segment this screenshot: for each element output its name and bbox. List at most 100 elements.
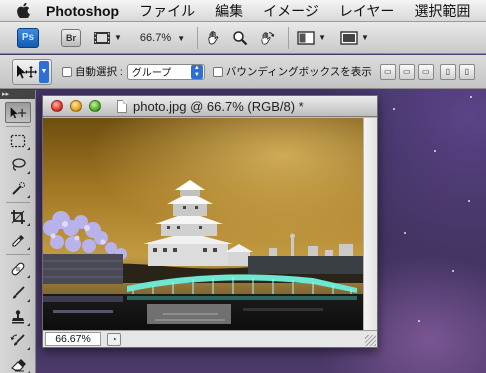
- divider: [5, 202, 30, 203]
- hand-icon: [208, 30, 219, 44]
- more-tools-indicator: [26, 347, 30, 350]
- screen-mode-button[interactable]: ▼: [340, 28, 369, 48]
- zoom-level: 66.7%: [139, 31, 172, 44]
- menu-app-photoshop[interactable]: Photoshop: [36, 0, 129, 22]
- image-canvas[interactable]: [43, 118, 363, 330]
- align-middle-icon: ▭: [403, 67, 411, 76]
- more-tools-indicator: [26, 323, 30, 326]
- menu-select[interactable]: 選択範囲: [404, 0, 480, 22]
- marquee-tool-button[interactable]: [5, 130, 31, 151]
- eyedropper-tool-button[interactable]: [5, 230, 31, 251]
- zoom-tool-button[interactable]: [232, 28, 248, 48]
- star: [418, 320, 420, 322]
- lasso-tool-icon: [11, 157, 26, 171]
- more-tools-indicator: [26, 275, 30, 278]
- view-extras-button[interactable]: ▼: [93, 28, 122, 48]
- hand-tool-button[interactable]: [206, 28, 222, 48]
- rotate-view-icon: [261, 31, 275, 45]
- bridge-button[interactable]: Br: [61, 28, 81, 47]
- history-brush-tool-icon: [10, 333, 25, 345]
- divider: [5, 126, 30, 127]
- more-tools-indicator: [26, 147, 30, 150]
- document-title-bar[interactable]: photo.jpg @ 66.7% (RGB/8) *: [43, 96, 377, 117]
- document-window: photo.jpg @ 66.7% (RGB/8) * 66.67% ◔: [42, 95, 378, 348]
- film-strip-icon: [94, 31, 110, 44]
- show-bounding-box-checkbox[interactable]: [212, 66, 223, 77]
- move-tool-button[interactable]: [4, 102, 31, 123]
- arrange-documents-icon: [297, 30, 315, 45]
- clone-stamp-tool-button[interactable]: [5, 306, 31, 327]
- move-tool-icon: [17, 64, 37, 78]
- move-tool-icon: [10, 106, 26, 118]
- auto-select-value: グループ: [131, 68, 172, 79]
- menu-image[interactable]: イメージ: [253, 0, 329, 22]
- menu-edit[interactable]: 編集: [205, 0, 253, 22]
- align-vertical-centers-button[interactable]: ▭: [398, 63, 415, 80]
- star: [470, 96, 472, 98]
- resize-grip[interactable]: [365, 335, 376, 346]
- screen-mode-icon: [340, 30, 358, 45]
- options-bar: ▼ 自動選択 : グループ ▲ ▼ バウンディングボックスを表示 ▭ ▭ ▭ ▯ …: [0, 55, 486, 89]
- align-horizontal-centers-button[interactable]: ▯: [458, 63, 475, 80]
- zoom-icon: [233, 30, 248, 45]
- crop-tool-button[interactable]: [5, 206, 31, 227]
- eraser-tool-button[interactable]: [5, 354, 31, 373]
- application-bar: Ps Br ▼ 66.7% ▼ ▼ ▼: [0, 22, 486, 54]
- auto-select-label: 自動選択 :: [75, 66, 123, 78]
- tool-preset-picker[interactable]: ▼: [12, 58, 52, 85]
- menu-layer[interactable]: レイヤー: [329, 0, 405, 22]
- brush-tool-button[interactable]: [5, 282, 31, 303]
- menu-bar: Photoshop ファイル 編集 イメージ レイヤー 選択範囲: [0, 0, 486, 22]
- star: [434, 150, 436, 152]
- align-bottom-icon: ▭: [422, 67, 430, 76]
- auto-select-dropdown[interactable]: グループ ▲ ▼: [126, 63, 205, 80]
- more-tools-indicator: [26, 195, 30, 198]
- inverted-castle-photo: [43, 118, 363, 330]
- divider: [5, 254, 30, 255]
- clone-stamp-tool-icon: [11, 309, 24, 323]
- divider: [288, 26, 290, 49]
- photoshop-logo-button[interactable]: Ps: [17, 27, 39, 48]
- minimize-window-button[interactable]: [70, 100, 82, 112]
- document-status-bar: 66.67% ◔: [43, 330, 377, 347]
- align-center-icon: ▯: [464, 67, 469, 76]
- eyedropper-tool-icon: [11, 234, 24, 247]
- status-info-icon: ◔: [111, 334, 117, 344]
- rotate-view-button[interactable]: [258, 28, 276, 48]
- marquee-tool-icon: [10, 134, 25, 147]
- status-info-button[interactable]: ◔: [107, 332, 121, 346]
- align-left-edges-button[interactable]: ▯: [439, 63, 456, 80]
- align-top-icon: ▭: [384, 67, 392, 76]
- up-down-arrows-icon: ▲ ▼: [190, 64, 203, 79]
- more-tools-indicator: [26, 171, 30, 174]
- align-bottom-edges-button[interactable]: ▭: [417, 63, 434, 80]
- show-bounding-box-label: バウンディングボックスを表示: [225, 66, 372, 78]
- star: [452, 270, 454, 272]
- vertical-scrollbar[interactable]: [363, 118, 377, 330]
- zoom-field[interactable]: 66.67%: [45, 332, 101, 346]
- more-tools-indicator: [26, 223, 30, 226]
- auto-select-checkbox[interactable]: [62, 66, 72, 77]
- chevron-down-icon: ▼: [318, 33, 327, 42]
- apple-icon[interactable]: [10, 0, 36, 22]
- history-brush-tool-button[interactable]: [5, 330, 31, 351]
- divider: [197, 26, 199, 49]
- tools-panel-collapse-handle[interactable]: ▸▸: [0, 90, 35, 99]
- lasso-tool-button[interactable]: [5, 154, 31, 175]
- eraser-tool-icon: [10, 358, 26, 371]
- healing-brush-tool-icon: [11, 262, 24, 275]
- arrange-documents-button[interactable]: ▼: [297, 28, 326, 48]
- healing-brush-tool-button[interactable]: [5, 258, 31, 279]
- more-tools-indicator: [26, 247, 30, 250]
- zoom-level-dropdown[interactable]: 66.7% ▼: [140, 32, 185, 44]
- brush-tool-icon: [12, 285, 25, 298]
- align-top-edges-button[interactable]: ▭: [379, 63, 396, 80]
- quick-selection-tool-button[interactable]: [5, 178, 31, 199]
- chevron-down-icon: ▼: [361, 33, 369, 42]
- menu-file[interactable]: ファイル: [129, 0, 205, 22]
- star: [404, 232, 406, 234]
- zoom-window-button[interactable]: [89, 100, 101, 112]
- close-window-button[interactable]: [51, 100, 63, 112]
- align-left-icon: ▯: [445, 67, 450, 76]
- star: [393, 108, 395, 110]
